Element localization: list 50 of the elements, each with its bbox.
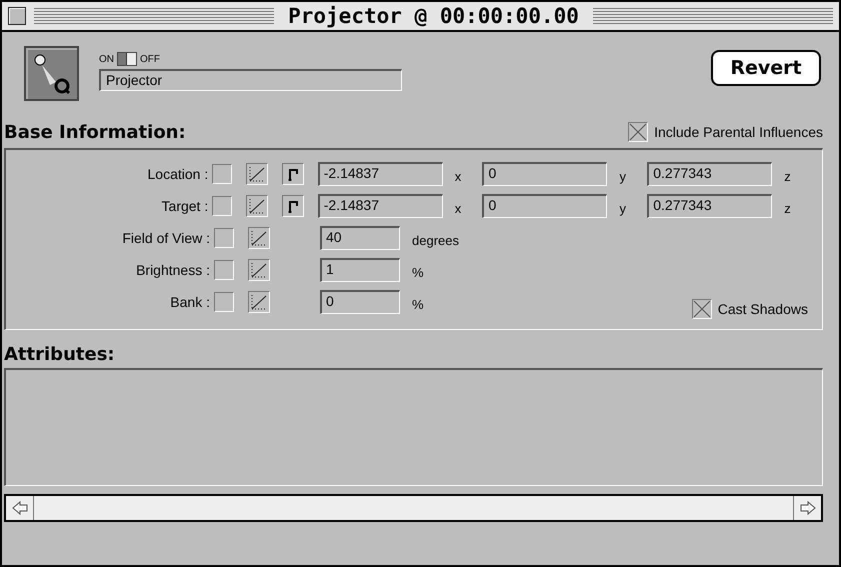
unit-label: %: [411, 264, 425, 280]
checkbox[interactable]: [214, 292, 234, 312]
horizontal-scrollbar[interactable]: [4, 494, 823, 522]
row-label: Brightness :: [135, 262, 211, 278]
value-field[interactable]: 0.277343: [647, 194, 772, 218]
on-label: ON: [99, 54, 114, 64]
graph-icon[interactable]: [246, 163, 268, 185]
graph-icon[interactable]: [248, 291, 270, 313]
value-field[interactable]: 1: [320, 258, 400, 282]
row-label: Field of View :: [121, 230, 211, 246]
value-field[interactable]: 40: [320, 226, 400, 250]
spotlight-icon: [24, 46, 79, 101]
graph-icon[interactable]: [246, 195, 268, 217]
value-field[interactable]: 0: [320, 290, 400, 314]
close-box[interactable]: [8, 7, 26, 25]
unit-label: x: [454, 200, 462, 216]
checkbox[interactable]: [212, 196, 232, 216]
checkbox-label: Include Parental Influences: [654, 124, 823, 140]
value-field[interactable]: -2.14837: [318, 162, 443, 186]
path-icon[interactable]: [282, 163, 304, 185]
value-field[interactable]: 0: [482, 194, 608, 218]
checkbox[interactable]: [692, 299, 712, 319]
on-off-switch[interactable]: [117, 52, 137, 66]
value-field[interactable]: 0: [482, 162, 608, 186]
off-label: OFF: [140, 54, 160, 64]
name-field[interactable]: Projector: [99, 69, 402, 91]
checkbox[interactable]: [214, 228, 234, 248]
checkbox[interactable]: [628, 122, 648, 142]
unit-label: z: [783, 200, 792, 216]
window-title: Projector @ 00:00:00.00: [287, 4, 580, 28]
checkbox[interactable]: [214, 260, 234, 280]
checkbox-label: Cast Shadows: [718, 301, 808, 317]
unit-label: y: [618, 200, 627, 216]
revert-button[interactable]: Revert: [711, 50, 821, 86]
path-icon[interactable]: [282, 195, 304, 217]
value-field[interactable]: -2.14837: [318, 194, 443, 218]
unit-label: z: [783, 168, 792, 184]
section-heading: Base Information:: [4, 122, 186, 142]
row-label: Location :: [146, 166, 210, 182]
row-label: Target :: [160, 198, 210, 214]
section-heading: Attributes:: [4, 344, 115, 364]
graph-icon[interactable]: [248, 259, 270, 281]
unit-label: %: [411, 296, 425, 312]
graph-icon[interactable]: [248, 227, 270, 249]
row-label: Bank :: [169, 294, 211, 310]
value-field[interactable]: 0.277343: [647, 162, 772, 186]
unit-label: degrees: [411, 232, 460, 248]
checkbox[interactable]: [212, 164, 232, 184]
unit-label: x: [454, 168, 462, 184]
unit-label: y: [618, 168, 627, 184]
